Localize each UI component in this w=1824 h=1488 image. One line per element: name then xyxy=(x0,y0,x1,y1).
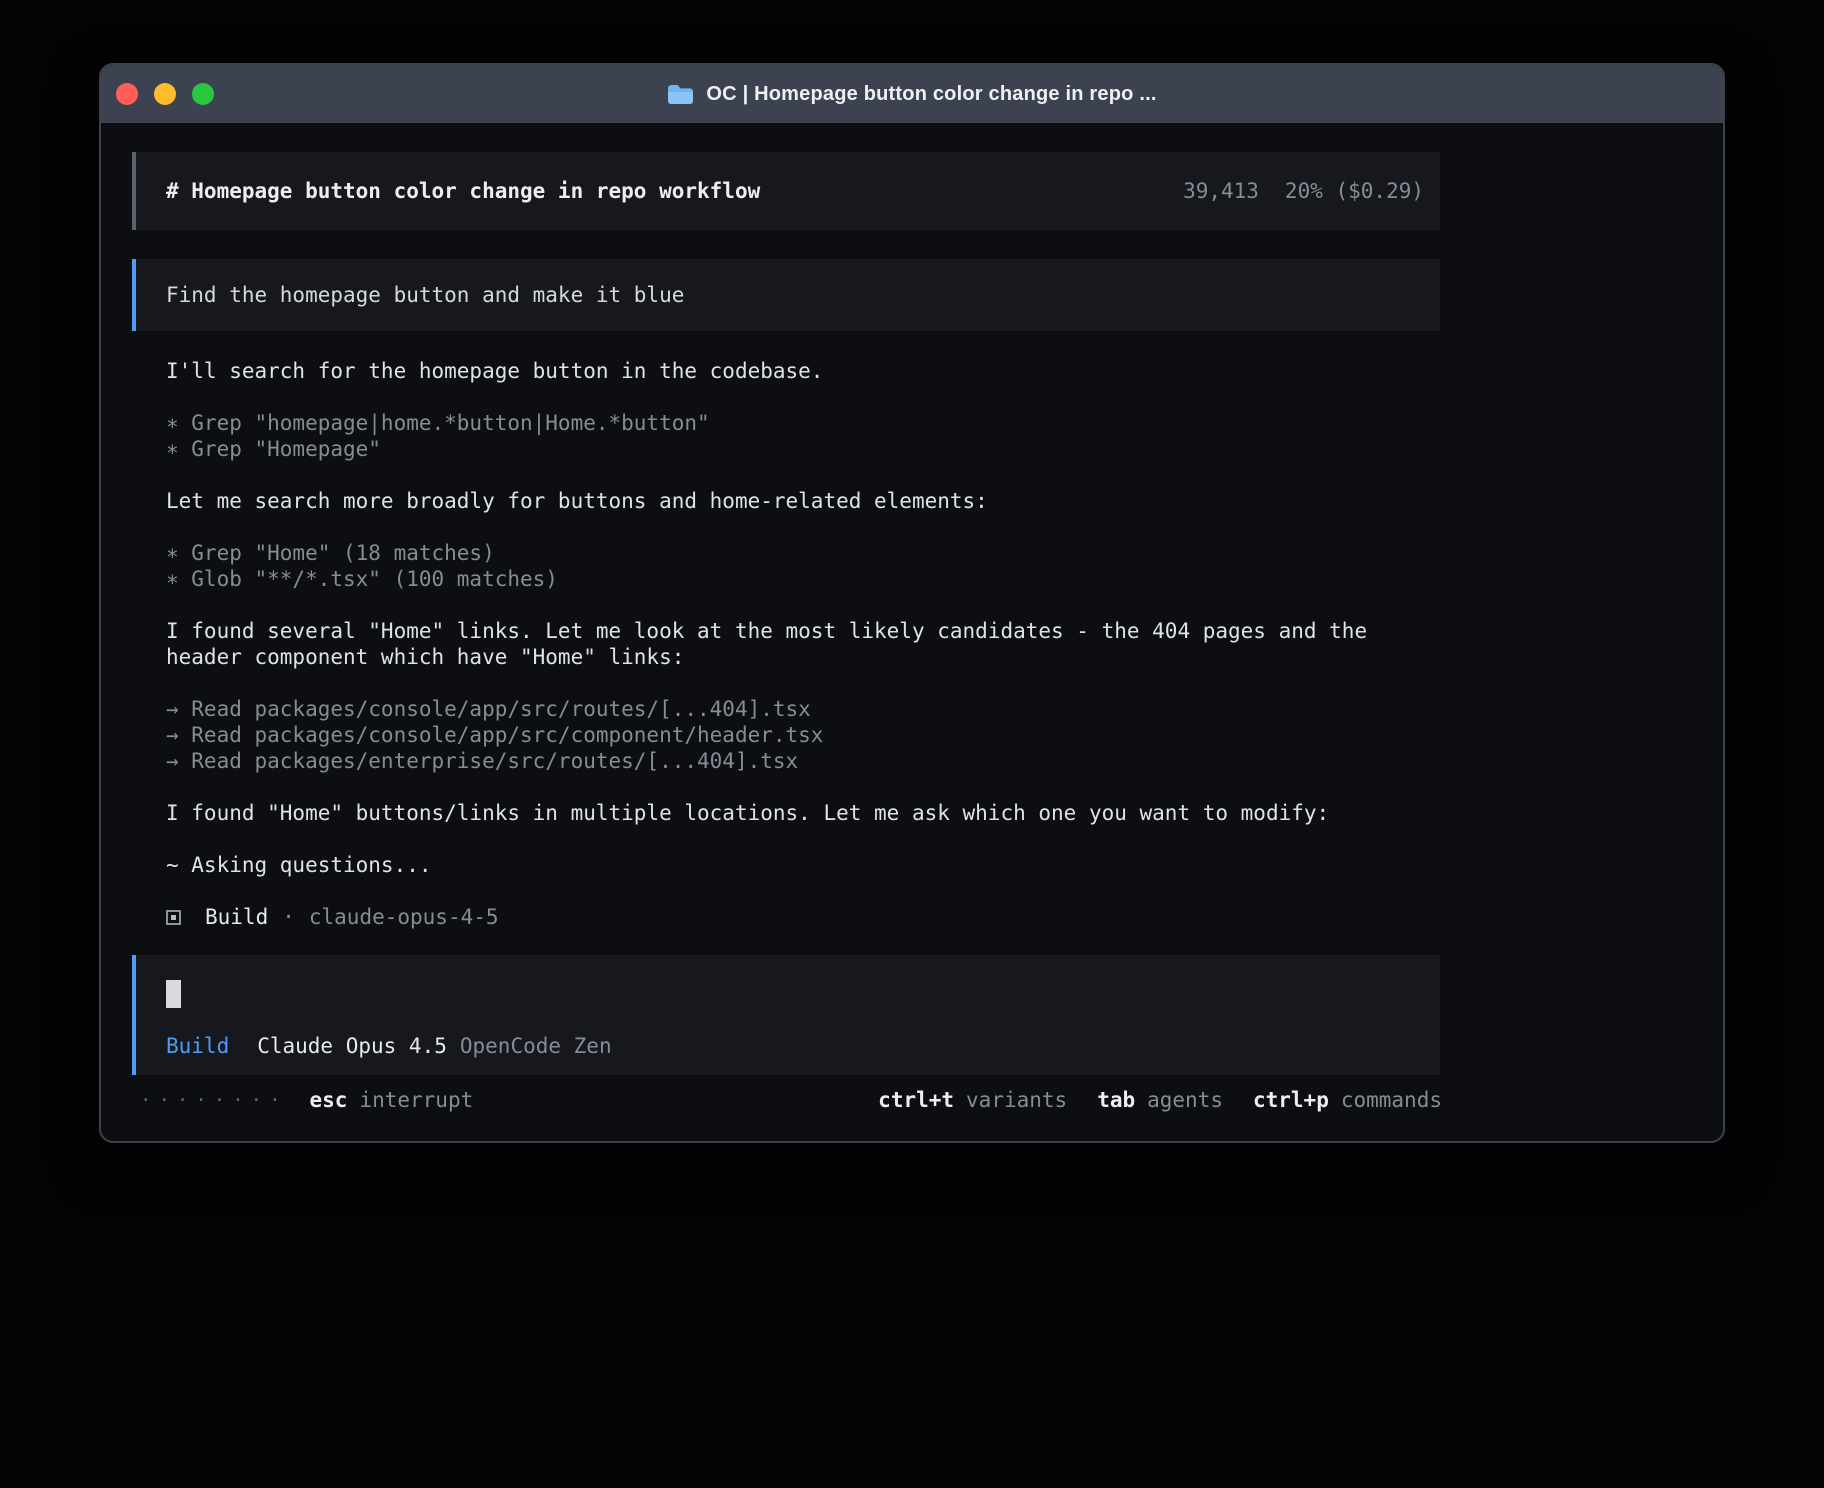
ctrl-t-key-hint: ctrl+t xyxy=(878,1087,954,1113)
assistant-text: I found "Home" buttons/links in multiple… xyxy=(166,800,1410,826)
session-header: # Homepage button color change in repo w… xyxy=(132,152,1440,230)
terminal-content: # Homepage button color change in repo w… xyxy=(101,123,1723,1113)
terminal-window: OC | Homepage button color change in rep… xyxy=(99,63,1725,1143)
agents-hint-label: agents xyxy=(1147,1087,1223,1113)
variants-hint: ctrl+t variants xyxy=(878,1087,1067,1113)
session-title: # Homepage button color change in repo w… xyxy=(166,179,760,203)
folder-icon xyxy=(667,84,694,105)
window-titlebar[interactable]: OC | Homepage button color change in rep… xyxy=(101,65,1723,123)
assistant-text: I found several "Home" links. Let me loo… xyxy=(166,618,1410,670)
progress-dots: ········ xyxy=(132,1087,288,1113)
tool-call-glob: ∗ Glob "**/*.tsx" (100 matches) xyxy=(166,566,1410,592)
variants-hint-label: variants xyxy=(966,1087,1067,1113)
conversation: I'll search for the homepage button in t… xyxy=(132,358,1410,930)
context-usage: 20% ($0.29) xyxy=(1285,179,1424,203)
session-stats: 39,413 20% ($0.29) xyxy=(1183,179,1424,203)
assistant-text: I'll search for the homepage button in t… xyxy=(166,358,1410,384)
tool-call-grep: ∗ Grep "Home" (18 matches) xyxy=(166,540,1410,566)
commands-hint: ctrl+p commands xyxy=(1253,1087,1442,1113)
assistant-text: Let me search more broadly for buttons a… xyxy=(166,488,1410,514)
agent-model-label: claude-opus-4-5 xyxy=(309,904,499,930)
agent-status-separator: · xyxy=(282,904,295,930)
window-title: OC | Homepage button color change in rep… xyxy=(706,83,1156,106)
commands-hint-label: commands xyxy=(1341,1087,1442,1113)
token-count: 39,413 xyxy=(1183,179,1259,203)
status-bar-left: ········ esc interrupt xyxy=(132,1087,473,1113)
text-cursor xyxy=(166,980,181,1008)
prompt-input[interactable]: Build Claude Opus 4.5 OpenCode Zen xyxy=(132,955,1440,1075)
agent-mode-label: Build xyxy=(205,904,268,930)
user-message: Find the homepage button and make it blu… xyxy=(132,259,1440,331)
tool-call-grep: ∗ Grep "Homepage" xyxy=(166,436,1410,462)
esc-key-hint: esc xyxy=(310,1087,348,1113)
status-bar: ········ esc interrupt ctrl+t variants t… xyxy=(132,1087,1442,1113)
ctrl-p-key-hint: ctrl+p xyxy=(1253,1087,1329,1113)
input-meta-row: Build Claude Opus 4.5 OpenCode Zen xyxy=(166,1033,1410,1059)
agents-hint: tab agents xyxy=(1097,1087,1223,1113)
tool-call-read: → Read packages/console/app/src/componen… xyxy=(166,722,1410,748)
agent-mode-icon xyxy=(166,910,181,925)
tool-call-grep: ∗ Grep "homepage|home.*button|Home.*butt… xyxy=(166,410,1410,436)
tool-call-read: → Read packages/enterprise/src/routes/[.… xyxy=(166,748,1410,774)
agent-status-line: Build · claude-opus-4-5 xyxy=(166,904,1410,930)
tool-call-read: → Read packages/console/app/src/routes/[… xyxy=(166,696,1410,722)
titlebar-title-area: OC | Homepage button color change in rep… xyxy=(101,65,1723,123)
input-model-label[interactable]: Claude Opus 4.5 xyxy=(257,1033,447,1059)
status-bar-right: ctrl+t variants tab agents ctrl+p comman… xyxy=(848,1087,1442,1113)
interrupt-hint-label: interrupt xyxy=(359,1087,473,1113)
input-mode-label[interactable]: Build xyxy=(166,1033,229,1059)
input-provider-label: OpenCode Zen xyxy=(460,1033,612,1059)
assistant-status-text: ~ Asking questions... xyxy=(166,852,1410,878)
tab-key-hint: tab xyxy=(1097,1087,1135,1113)
user-message-text: Find the homepage button and make it blu… xyxy=(166,283,684,307)
